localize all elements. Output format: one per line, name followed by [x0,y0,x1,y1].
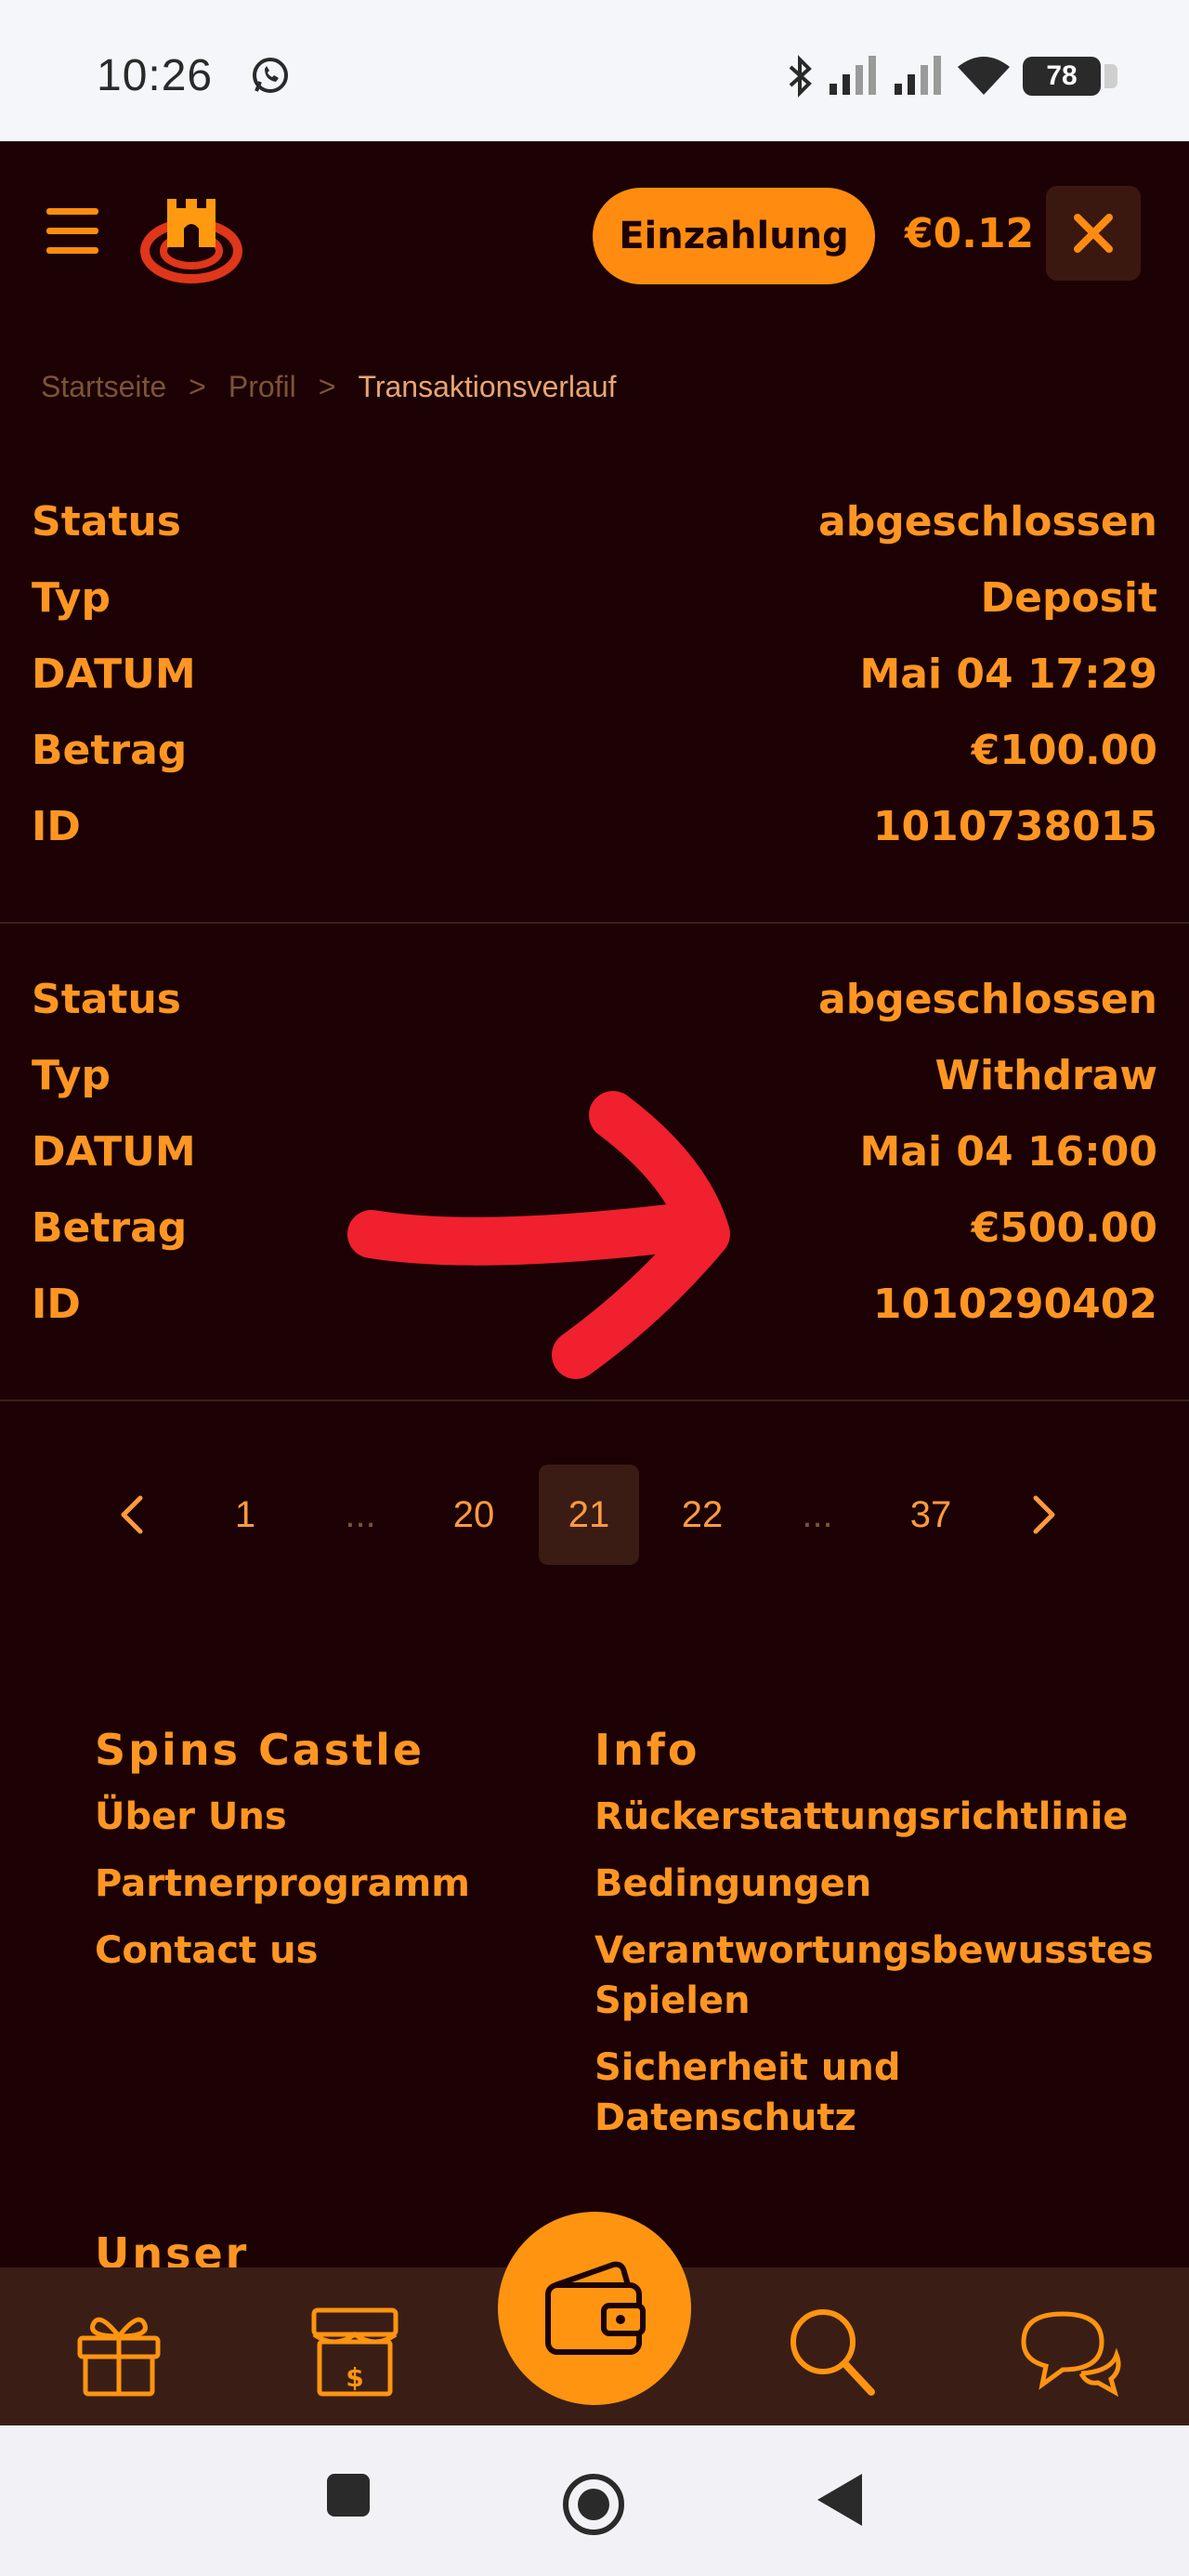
chevron-right-icon [1033,1495,1055,1534]
type-label: Typ [32,573,111,622]
footer-title: Info [594,1725,700,1775]
red-arrow-annotation [347,1091,730,1379]
chat-icon[interactable] [1014,2305,1126,2398]
id-label: ID [32,802,81,850]
signal-icon [895,56,941,95]
status-value: abgeschlossen [818,497,1157,545]
home-icon[interactable] [561,2472,626,2537]
breadcrumb: Startseite > Profil > Transaktionsverlau… [41,370,617,404]
footer-link-about[interactable]: Über Uns [95,1792,541,1842]
amount-label: Betrag [32,1203,188,1252]
date-value: Mai 04 17:29 [859,650,1157,698]
battery-icon: 78 [1023,57,1117,96]
id-value: 1010290402 [872,1280,1157,1328]
breadcrumb-home[interactable]: Startseite [41,370,166,404]
transaction-type-row: Typ Deposit [32,559,1157,636]
status-bar: 10:26 78 [0,0,1189,141]
pagination-next[interactable] [994,1465,1094,1565]
wifi-icon [958,57,1010,95]
recent-apps-icon[interactable] [325,2472,372,2518]
wallet-icon [545,2261,646,2355]
page-37[interactable]: 37 [881,1465,981,1565]
date-label: DATUM [32,1127,196,1176]
transaction-amount-row: Betrag €100.00 [32,712,1157,788]
breadcrumb-current: Transaktionsverlauf [358,370,617,403]
page-20[interactable]: 20 [424,1465,524,1565]
date-label: DATUM [32,650,196,698]
search-icon[interactable] [786,2305,879,2398]
shop-icon[interactable]: $ [307,2305,403,2398]
footer-title: Spins Castle [95,1725,425,1775]
signal-icon [830,56,876,95]
transaction-date-row: DATUM Mai 04 17:29 [32,636,1157,712]
close-button[interactable] [1046,186,1141,281]
close-icon [1074,214,1113,253]
amount-value: €500.00 [971,1203,1157,1252]
id-label: ID [32,1280,81,1328]
date-value: Mai 04 16:00 [859,1127,1157,1176]
page-ellipsis: ... [345,1493,376,1535]
status-time: 10:26 [97,51,214,100]
page-21-current[interactable]: 21 [539,1465,639,1565]
app-header: Einzahlung €0.12 [0,141,1189,327]
footer-col-info: Info Rückerstattungsrichtlinie Bedingung… [594,1725,1154,2160]
id-value: 1010738015 [872,802,1157,850]
hamburger-menu-icon[interactable] [46,208,98,255]
footer-link-responsible-gaming[interactable]: Verantwortungsbewusstes Spielen [594,1925,1154,2026]
type-value: Withdraw [934,1051,1157,1099]
transaction-id-row: ID 1010738015 [32,788,1157,864]
transaction-status-row: Status abgeschlossen [32,961,1157,1037]
battery-level: 78 [1046,60,1078,91]
bluetooth-icon [789,55,812,98]
breadcrumb-profile[interactable]: Profil [229,370,296,404]
pagination-prev[interactable] [82,1465,182,1565]
footer-link-terms[interactable]: Bedingungen [594,1859,1152,1909]
page-1[interactable]: 1 [195,1465,295,1565]
back-icon[interactable] [814,2472,864,2528]
transaction-card: Status abgeschlossen Typ Deposit DATUM M… [0,483,1189,924]
amount-label: Betrag [32,726,188,774]
svg-text:$: $ [346,2362,363,2393]
type-value: Deposit [980,573,1157,622]
deposit-button[interactable]: Einzahlung [593,188,875,284]
chevron-left-icon [121,1495,143,1534]
android-nav-bar [0,2425,1189,2576]
page-ellipsis: ... [802,1493,833,1535]
type-label: Typ [32,1051,111,1099]
amount-value: €100.00 [971,726,1157,774]
page-22[interactable]: 22 [652,1465,752,1565]
transaction-status-row: Status abgeschlossen [32,483,1157,559]
status-label: Status [32,975,181,1023]
status-value: abgeschlossen [818,975,1157,1023]
footer-col-spins-castle: Spins Castle Über Uns Partnerprogramm Co… [95,1725,541,1992]
breadcrumb-separator: > [189,370,206,403]
castle-logo-icon[interactable] [139,180,243,284]
footer-link-privacy[interactable]: Sicherheit und Datenschutz [594,2043,1152,2143]
wallet-button[interactable] [498,2212,691,2405]
status-label: Status [32,497,181,545]
footer-link-refund[interactable]: Rückerstattungsrichtlinie [594,1792,1152,1842]
breadcrumb-separator: > [318,370,336,403]
gift-icon[interactable] [71,2305,167,2398]
whatsapp-icon [253,58,288,93]
balance-amount: €0.12 [905,210,1035,257]
pagination: 1 ... 20 21 22 ... 37 [0,1465,1189,1567]
footer-link-contact[interactable]: Contact us [95,1925,541,1976]
footer-link-partner[interactable]: Partnerprogramm [95,1859,541,1909]
